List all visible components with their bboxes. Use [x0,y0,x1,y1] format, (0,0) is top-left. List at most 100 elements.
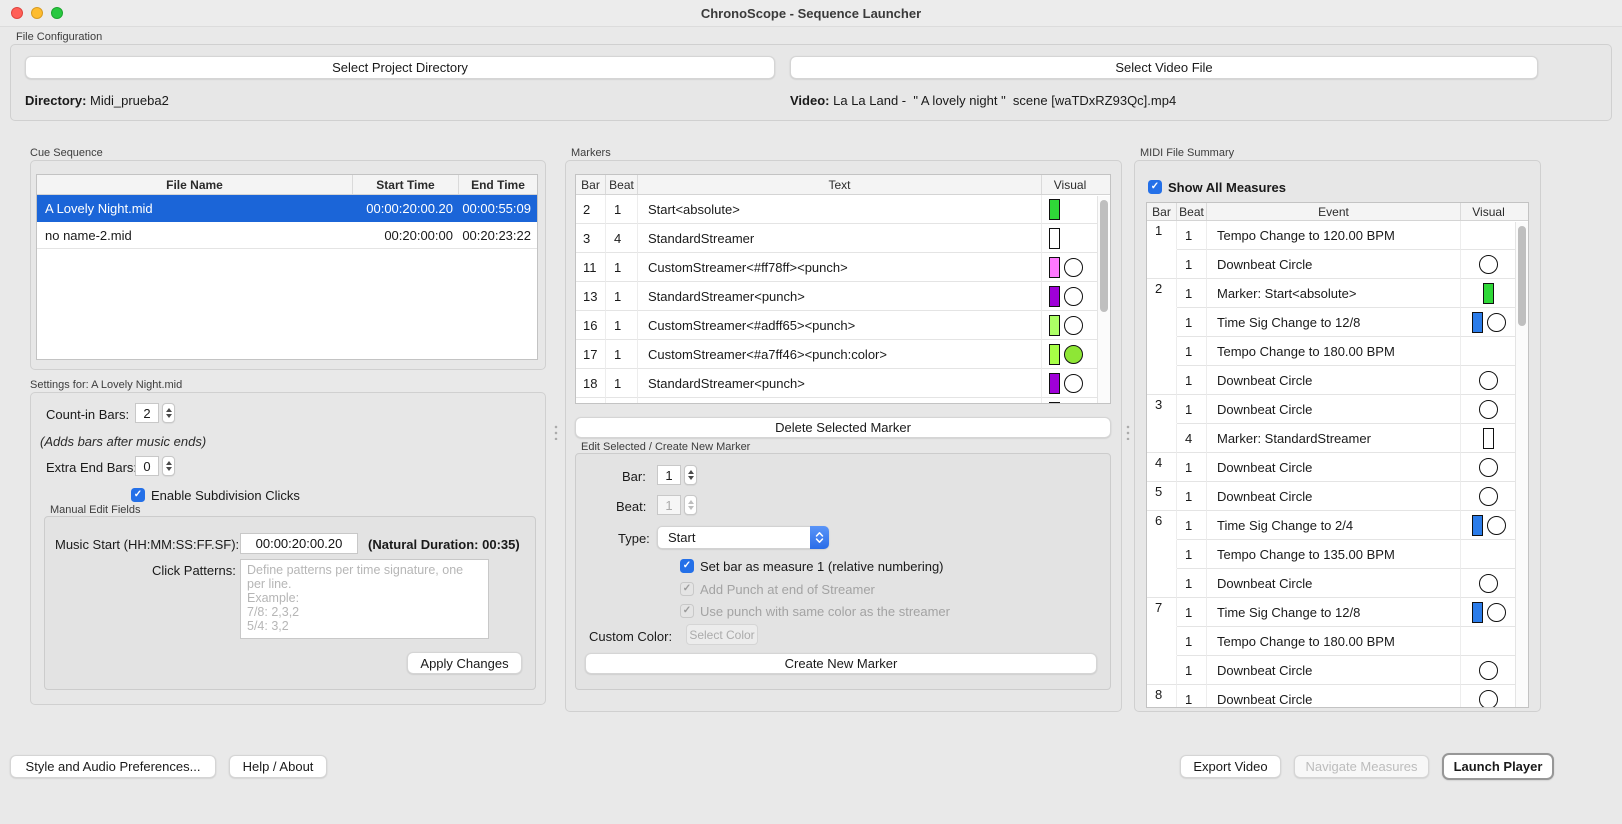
use-punch-color-checkbox: Use punch with same color as the streame… [680,603,950,619]
marker-row[interactable]: 18 1 StandardStreamer<punch> [576,369,1110,398]
midi-row[interactable]: 1 Tempo Change to 180.00 BPM [1147,627,1528,656]
streamer-rect-icon [1049,227,1060,249]
stepper-arrows-icon[interactable] [684,465,697,485]
markers-col-visual[interactable]: Visual [1042,175,1098,194]
midi-event: Tempo Change to 135.00 BPM [1207,540,1461,569]
set-bar-measure-1-checkbox[interactable]: Set bar as measure 1 (relative numbering… [680,558,944,574]
punch-circle-icon [1479,689,1498,707]
marker-text: StandardStreamer<punch> [638,369,1042,398]
midi-visual [1461,453,1516,482]
marker-bar [576,398,606,403]
help-about-button[interactable]: Help / About [229,755,327,778]
marker-row[interactable]: 17 1 CustomStreamer<#a7ff46><punch:color> [576,340,1110,369]
marker-row[interactable]: 11 1 CustomStreamer<#ff78ff><punch> [576,253,1110,282]
arrow-up-icon [165,461,172,465]
stepper-arrows-icon[interactable] [162,403,175,423]
midi-summary-table: Bar Beat Event Visual 1 1 Tempo Change to … [1146,202,1529,708]
markers-group-label: Markers [571,147,611,159]
midi-visual [1461,221,1516,250]
midi-row[interactable]: 4 Marker: StandardStreamer [1147,424,1528,453]
midi-beat: 1 [1177,569,1207,598]
midi-row[interactable]: 1 Tempo Change to 180.00 BPM [1147,337,1528,366]
markers-col-text[interactable]: Text [638,175,1042,194]
count-in-bars-stepper[interactable]: 2 [135,403,175,423]
file-config-group-label: File Configuration [16,31,103,43]
midi-row[interactable]: 1 Time Sig Change to 12/8 [1147,308,1528,337]
splitter-handle[interactable] [1125,424,1131,440]
stepper-arrows-icon[interactable] [162,456,175,476]
markers-table: Bar Beat Text Visual 2 1 Start<absolute> 3 4… [575,174,1111,404]
create-new-marker-button[interactable]: Create New Marker [585,653,1097,674]
visual-shapes [1049,256,1083,278]
midi-scrollbar-thumb[interactable] [1518,226,1526,326]
bar-stepper[interactable]: 1 [657,465,697,485]
midi-row[interactable]: 1 Downbeat Circle [1147,569,1528,598]
marker-row[interactable]: 3 4 StandardStreamer [576,224,1110,253]
midi-bar [1147,540,1177,569]
visual-shapes [1471,311,1506,333]
edit-marker-group-label: Edit Selected / Create New Marker [581,441,751,453]
midi-row[interactable]: 4 1 Downbeat Circle [1147,453,1528,482]
export-video-button[interactable]: Export Video [1180,755,1281,778]
midi-row[interactable]: 5 1 Downbeat Circle [1147,482,1528,511]
type-select[interactable]: Start [657,526,829,549]
midi-beat: 1 [1177,279,1207,308]
markers-scrollbar[interactable] [1097,196,1110,403]
beat-label: Beat: [616,499,647,514]
delete-selected-marker-button[interactable]: Delete Selected Marker [575,417,1111,438]
add-punch-checkbox: Add Punch at end of Streamer [680,581,875,597]
markers-scrollbar-thumb[interactable] [1100,200,1108,312]
midi-row[interactable]: 2 1 Marker: Start<absolute> [1147,279,1528,308]
cue-col-start-time[interactable]: Start Time [353,175,459,194]
launch-player-button[interactable]: Launch Player [1442,753,1554,780]
cue-sequence-group-label: Cue Sequence [30,147,103,159]
marker-row[interactable]: 13 1 StandardStreamer<punch> [576,282,1110,311]
marker-row[interactable]: 2 1 Start<absolute> [576,195,1110,224]
midi-row[interactable]: 8 1 Downbeat Circle [1147,685,1528,707]
cue-file-name: A Lovely Night.mid [37,195,353,222]
streamer-rect-icon [1049,198,1060,220]
select-project-directory-button[interactable]: Select Project Directory [25,56,775,79]
markers-table-body: 2 1 Start<absolute> 3 4 StandardStreamer 11 1 Cu… [576,195,1110,403]
marker-row[interactable]: 16 1 CustomStreamer<#adff65><punch> [576,311,1110,340]
midi-row[interactable]: 1 Tempo Change to 135.00 BPM [1147,540,1528,569]
splitter-handle[interactable] [553,424,559,440]
marker-visual [1042,369,1098,398]
extra-end-bars-stepper[interactable]: 0 [135,456,175,476]
cue-col-file-name[interactable]: File Name [37,175,353,194]
music-start-input[interactable] [240,533,358,554]
cue-row[interactable]: A Lovely Night.mid 00:00:20:00.20 00:00:55… [37,195,537,222]
cue-row[interactable]: no name-2.mid 00:20:00:00 00:20:23:22 [37,222,537,249]
midi-row[interactable]: 6 1 Time Sig Change to 2/4 [1147,511,1528,540]
midi-col-bar[interactable]: Bar [1147,203,1177,220]
midi-scrollbar[interactable] [1515,222,1528,707]
cue-col-end-time[interactable]: End Time [459,175,537,194]
midi-col-event[interactable]: Event [1207,203,1461,220]
midi-row[interactable]: 1 1 Tempo Change to 120.00 BPM [1147,221,1528,250]
midi-row[interactable]: 1 Downbeat Circle [1147,656,1528,685]
markers-col-bar[interactable]: Bar [576,175,606,194]
midi-row[interactable]: 3 1 Downbeat Circle [1147,395,1528,424]
marker-row[interactable] [576,398,1110,403]
bar-value: 1 [657,465,681,485]
markers-col-beat[interactable]: Beat [606,175,638,194]
enable-subdivision-clicks-checkbox[interactable]: Enable Subdivision Clicks [131,487,300,503]
show-all-measures-checkbox[interactable]: Show All Measures [1148,179,1286,195]
style-audio-preferences-button[interactable]: Style and Audio Preferences... [10,755,216,778]
punch-circle-icon [1479,254,1498,274]
midi-col-visual[interactable]: Visual [1461,203,1516,220]
midi-beat: 1 [1177,366,1207,395]
midi-col-beat[interactable]: Beat [1177,203,1207,220]
cue-end-time: 00:20:23:22 [459,222,537,249]
marker-visual [1042,311,1098,340]
midi-event: Tempo Change to 180.00 BPM [1207,337,1461,366]
marker-beat: 1 [606,195,638,224]
midi-row[interactable]: 1 Downbeat Circle [1147,366,1528,395]
select-video-file-button[interactable]: Select Video File [790,56,1538,79]
punch-circle-icon [1479,660,1498,680]
streamer-rect-icon [1471,514,1483,536]
apply-changes-button[interactable]: Apply Changes [407,652,522,674]
midi-row[interactable]: 7 1 Time Sig Change to 12/8 [1147,598,1528,627]
click-patterns-textarea[interactable] [240,559,489,639]
midi-row[interactable]: 1 Downbeat Circle [1147,250,1528,279]
